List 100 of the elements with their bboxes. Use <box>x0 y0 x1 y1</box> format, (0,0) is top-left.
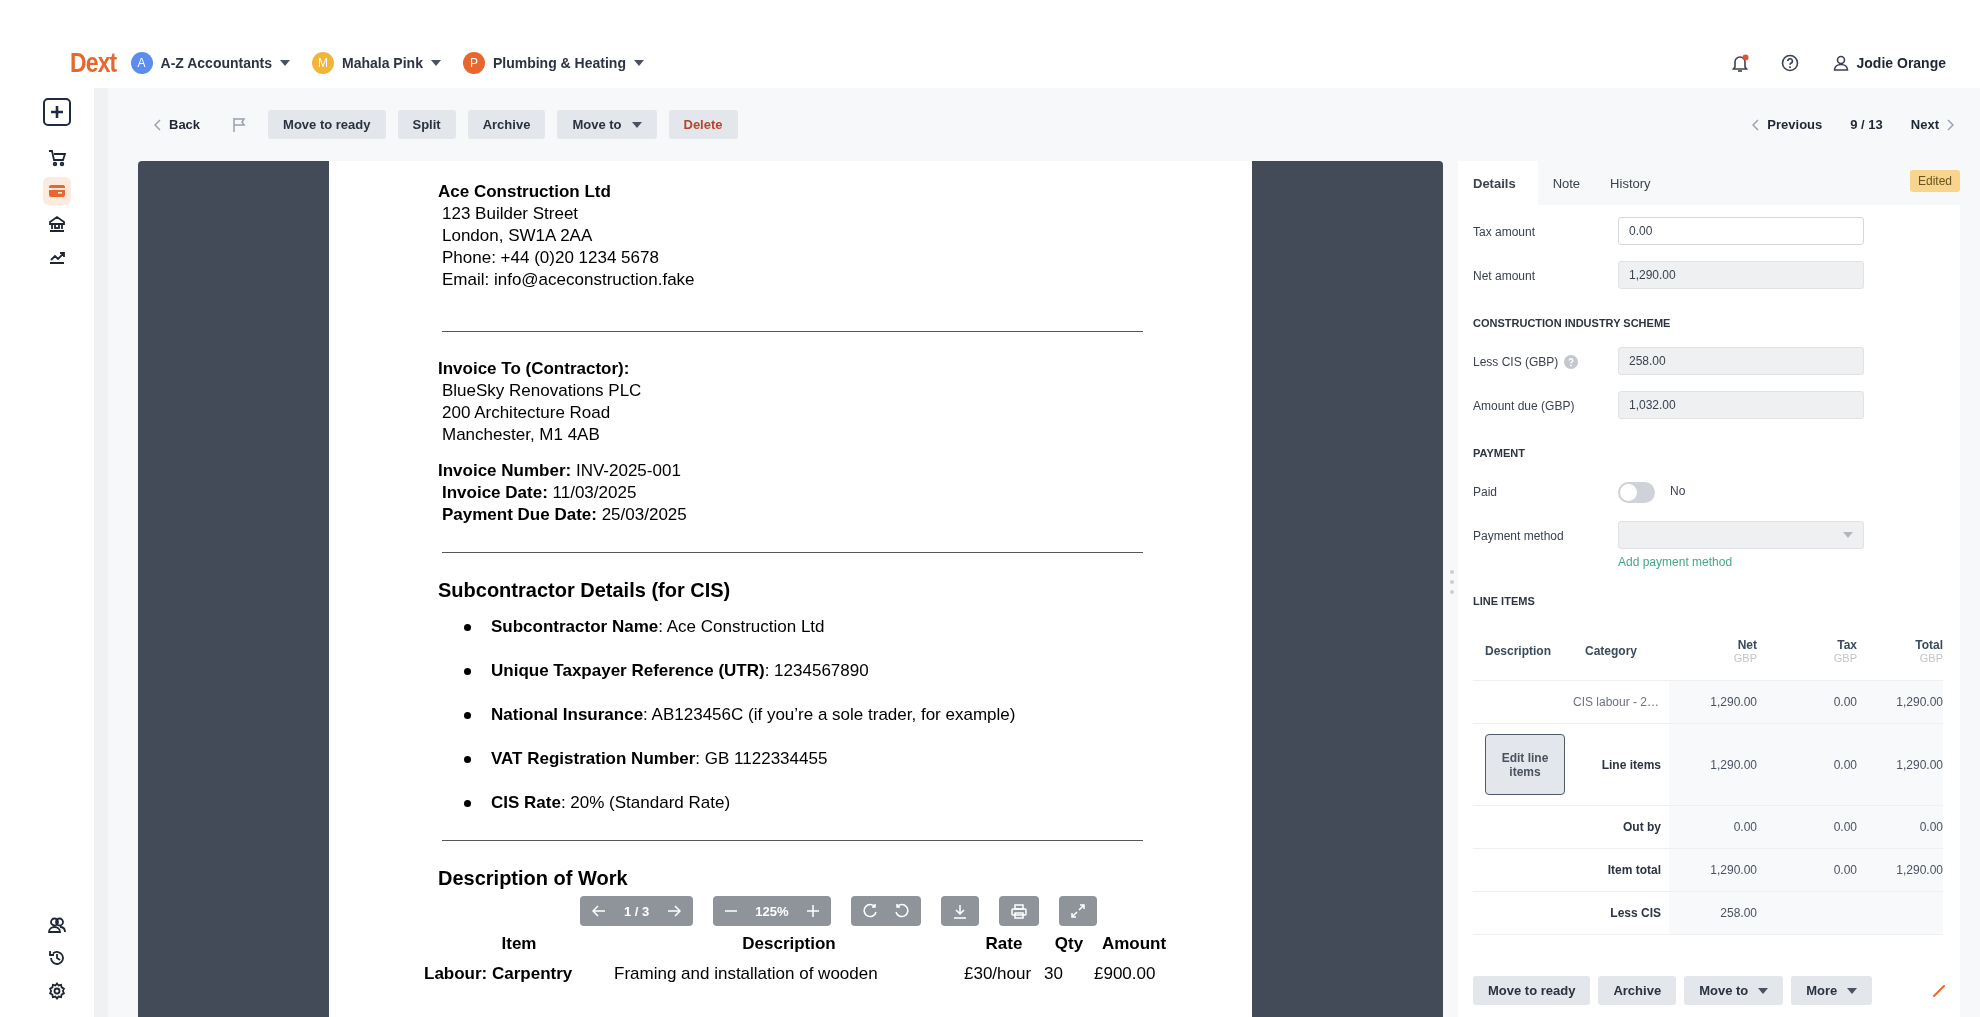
resize-handle-icon <box>1449 569 1455 595</box>
tab[interactable]: Note <box>1537 161 1596 205</box>
toolbar-button[interactable]: Move to <box>557 110 657 139</box>
table-cell: 1,290.00 <box>1857 849 1943 892</box>
document-text: National Insurance: AB123456C (if you’re a sole trader, for example) <box>491 704 1016 726</box>
document-text: Invoice Date: 11/03/2025 <box>441 482 638 504</box>
caret-icon <box>280 60 290 66</box>
document-text: CIS Rate: 20% (Standard Rate) <box>491 792 731 814</box>
help-icon <box>1780 54 1799 72</box>
toggle-switch[interactable] <box>1618 482 1655 503</box>
workspace-switcher[interactable]: A A-Z Accountants <box>130 52 290 74</box>
caret-icon <box>633 60 644 66</box>
table-header: Description <box>741 934 837 954</box>
document-text: 123 Builder Street <box>441 203 580 225</box>
fullscreen-button[interactable] <box>1058 896 1097 926</box>
table-cell: 0.00 <box>1857 806 1943 849</box>
tab[interactable]: History <box>1595 161 1666 205</box>
action-button[interactable]: Archive <box>1598 976 1677 1005</box>
field-label: Tax amount <box>1473 225 1536 239</box>
table-cell-text: £900.00 <box>1094 964 1157 984</box>
document-text: Ace Construction Ltd <box>438 181 612 203</box>
document-heading: Subcontractor Details (for CIS) <box>438 579 732 602</box>
add-button-icon <box>43 98 71 126</box>
table-cell-text: 30 <box>1044 964 1064 984</box>
table-cell: 1,290.00 <box>1669 681 1757 724</box>
table-header: Amount <box>1100 934 1168 954</box>
tab[interactable]: Details <box>1458 161 1538 205</box>
input-field[interactable]: 258.00 <box>1618 347 1864 375</box>
document-text: Subcontractor Name: Ace Construction Ltd <box>491 616 825 638</box>
caret-icon <box>430 60 441 66</box>
table-cell: 1,290.00 <box>1857 724 1943 806</box>
print-icon <box>1010 903 1027 919</box>
action-button[interactable]: More <box>1791 976 1873 1005</box>
settings-icon <box>48 982 66 1000</box>
row-label: Line items <box>1601 757 1661 772</box>
chevron-left-icon <box>1752 118 1760 131</box>
caret-icon <box>631 121 642 128</box>
workspace-avatar: A <box>130 52 153 74</box>
card-nav-item[interactable] <box>43 177 71 205</box>
document-text: Phone: +44 (0)20 1234 5678 <box>441 247 660 269</box>
input-field[interactable]: 1,032.00 <box>1618 391 1864 419</box>
section-heading: CONSTRUCTION INDUSTRY SCHEME <box>1473 317 1672 329</box>
history-icon <box>48 949 66 967</box>
table-cell: 0.00 <box>1669 806 1757 849</box>
previous-button[interactable]: Previous <box>1746 117 1829 132</box>
chevron-left-icon <box>154 118 161 131</box>
bullet-dot <box>464 711 471 719</box>
page-position: 9 / 13 <box>1850 117 1883 132</box>
bank-icon <box>48 215 66 233</box>
column-header: Total <box>1915 637 1943 652</box>
toolbar-button[interactable]: Archive <box>467 110 546 139</box>
download-button[interactable] <box>940 896 979 926</box>
workspace-switcher[interactable]: P Plumbing & Heating <box>462 52 644 74</box>
minus-icon <box>725 910 738 912</box>
field-label: Paid <box>1473 485 1498 499</box>
plus-icon <box>806 905 819 917</box>
input-field[interactable]: 0.00 <box>1618 217 1864 245</box>
table-cell: CIS labour - 2… <box>1573 695 1660 709</box>
edit-line-items-button[interactable]: Edit line items <box>1485 734 1565 795</box>
cart-icon <box>48 149 66 167</box>
document-text: VAT Registration Number: GB 1122334455 <box>491 748 828 770</box>
toolbar-button[interactable]: Split <box>397 110 456 139</box>
bullet-dot <box>464 667 471 675</box>
document-text: London, SW1A 2AA <box>441 225 594 247</box>
table-cell-text: £30/hour <box>964 964 1033 984</box>
print-button[interactable] <box>998 896 1039 926</box>
dropdown-field[interactable] <box>1618 521 1864 549</box>
row-label: Item total <box>1607 863 1661 877</box>
rotate-right-icon <box>862 903 877 919</box>
input-field[interactable]: 1,290.00 <box>1618 261 1864 289</box>
workspace-switcher[interactable]: M Mahala Pink <box>312 52 441 74</box>
document-text: Unique Taxpayer Reference (UTR): 1234567890 <box>491 660 869 682</box>
table-cell: 0.00 <box>1757 681 1857 724</box>
card-icon <box>48 182 66 200</box>
next-button[interactable]: Next <box>1904 117 1960 132</box>
column-header: Category <box>1585 643 1638 658</box>
page-number: 1 / 3 <box>624 903 650 919</box>
pen-stroke-icon <box>1933 984 1945 997</box>
column-header: Description <box>1485 643 1552 658</box>
document-text: Manchester, M1 4AB <box>441 424 601 446</box>
table-header: Qty <box>1053 934 1085 954</box>
caret-icon <box>1843 532 1853 538</box>
column-unit: GBP <box>1733 651 1757 664</box>
field-label: Amount due (GBP) <box>1473 399 1575 413</box>
toolbar-button[interactable]: Move to ready <box>268 110 386 139</box>
table-header: Item <box>500 934 538 954</box>
table-cell-text: Labour: Carpentry <box>424 964 574 984</box>
table-cell: 1,290.00 <box>1857 681 1943 724</box>
user-icon <box>1832 55 1849 71</box>
toolbar-button[interactable]: Delete <box>668 110 738 139</box>
table-cell-text: Framing and installation of wooden <box>614 964 879 984</box>
action-button[interactable]: Move to <box>1684 976 1784 1005</box>
back-button[interactable]: Back <box>148 117 207 132</box>
user-menu[interactable]: Jodie Orange <box>1832 55 1946 71</box>
table-cell: 0.00 <box>1757 806 1857 849</box>
bullet-dot <box>464 623 471 631</box>
action-button[interactable]: Move to ready <box>1473 976 1591 1005</box>
zoom-level: 125% <box>755 903 789 919</box>
toggle-state: No <box>1670 484 1686 498</box>
caret-icon <box>1758 987 1769 994</box>
